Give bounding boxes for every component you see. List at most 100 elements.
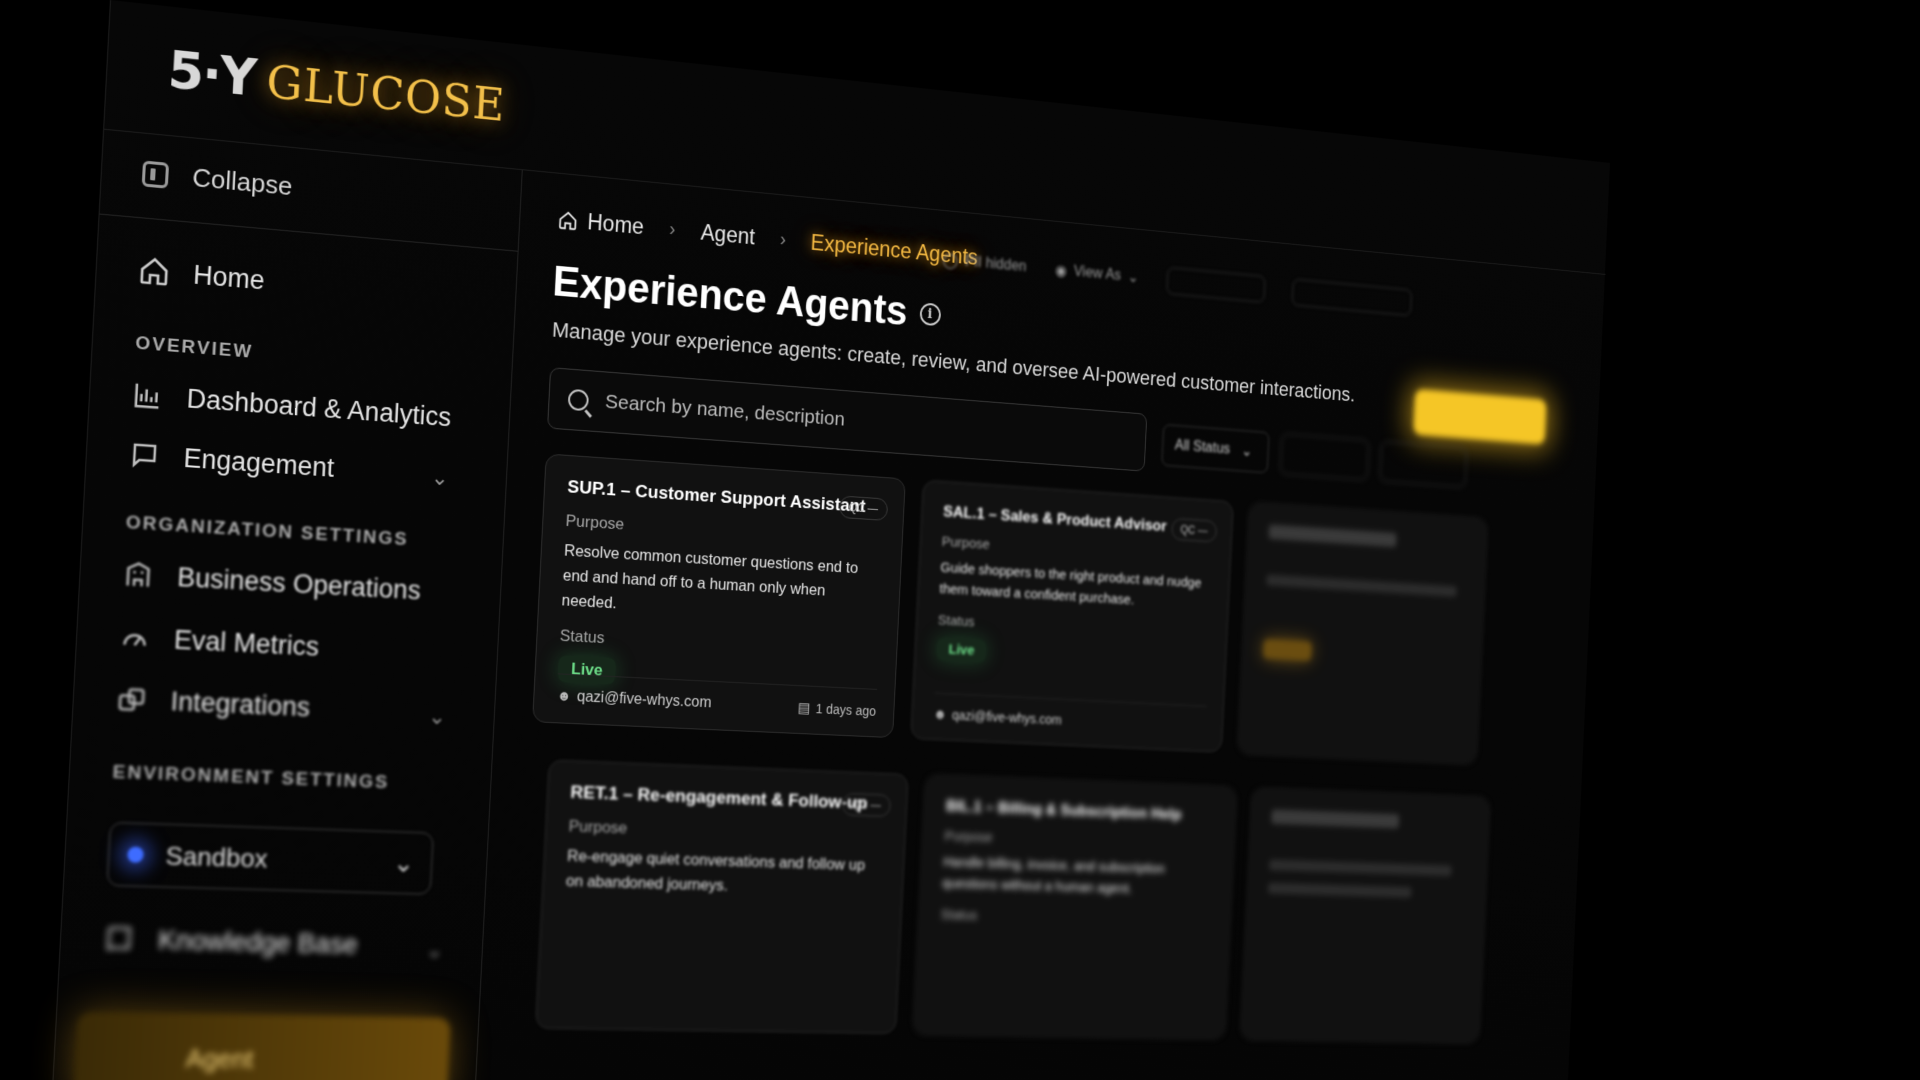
status-label: Status bbox=[559, 626, 605, 647]
breadcrumb-home[interactable]: Home bbox=[557, 206, 644, 240]
status-badge bbox=[1262, 638, 1313, 662]
updated-text: 1 days ago bbox=[815, 700, 877, 719]
purpose-label: Purpose bbox=[568, 816, 628, 838]
sidebar-item-label: Knowledge Base bbox=[157, 924, 359, 959]
calendar-icon: ▤ bbox=[797, 700, 811, 717]
agent-card[interactable]: RET.1 – Re-engagement & Follow-up QC — P… bbox=[535, 759, 909, 1034]
eye-off-icon: ◯ bbox=[942, 252, 959, 270]
agent-card-title: RET.1 – Re-engagement & Follow-up bbox=[569, 782, 868, 814]
toolbar-dropdown[interactable] bbox=[1166, 266, 1266, 303]
environment-value: Sandbox bbox=[164, 840, 269, 874]
home-icon bbox=[557, 209, 578, 232]
toolbar-field[interactable] bbox=[1291, 278, 1413, 317]
qc-badge[interactable]: QC — bbox=[841, 792, 892, 818]
chevron-down-icon[interactable]: ⌄ bbox=[430, 465, 449, 491]
agent-card[interactable]: BIL.1 – Billing & Subscription Help Purp… bbox=[913, 774, 1237, 1039]
gauge-icon bbox=[117, 620, 153, 656]
view-as-dropdown[interactable]: ◉ View As ⌄ bbox=[1055, 257, 1140, 292]
owner-email: qazi@five-whys.com bbox=[576, 688, 712, 712]
sidebar-item-label: Agent bbox=[185, 1043, 255, 1074]
view-as-label: View As bbox=[1073, 263, 1122, 284]
section-label-organization: ORGANIZATION SETTINGS bbox=[125, 512, 409, 551]
search-input[interactable] bbox=[604, 390, 1098, 450]
qc-badge[interactable]: QC — bbox=[1170, 517, 1218, 543]
chevron-down-icon: ⌄ bbox=[1241, 443, 1253, 460]
purpose-placeholder bbox=[1268, 859, 1452, 877]
brand-logo[interactable]: 5·Y GLUCOSE bbox=[166, 40, 507, 133]
sidebar-item-eval-metrics[interactable]: Eval Metrics bbox=[117, 620, 320, 664]
collapse-button[interactable]: Collapse bbox=[141, 157, 294, 202]
environment-status-dot bbox=[127, 846, 145, 863]
chevron-down-icon: ⌄ bbox=[1127, 269, 1140, 287]
sidebar-item-label: Integrations bbox=[170, 685, 311, 722]
updated-date: ▤ 1 days ago bbox=[797, 699, 876, 719]
sidebar-item-engagement[interactable]: Engagement bbox=[127, 437, 336, 484]
message-square-icon bbox=[127, 437, 163, 473]
brand-mark: 5·Y bbox=[166, 40, 257, 109]
agent-card-title-placeholder bbox=[1271, 809, 1400, 829]
agent-card-title: SUP.1 – Customer Support Assistant bbox=[566, 477, 866, 517]
purpose-placeholder bbox=[1267, 882, 1412, 898]
purpose-text: Re-engage quiet conversations and follow… bbox=[565, 847, 866, 895]
home-icon bbox=[136, 253, 172, 290]
pii-toggle[interactable]: ◯ PII hidden bbox=[942, 246, 1027, 281]
owner: ☻ qazi@five-whys.com bbox=[933, 707, 1062, 729]
section-label-environment: ENVIRONMENT SETTINGS bbox=[112, 761, 390, 794]
sidebar-item-label: Dashboard & Analytics bbox=[186, 383, 452, 432]
agent-card[interactable] bbox=[1237, 502, 1488, 764]
agent-card-title: BIL.1 – Billing & Subscription Help bbox=[945, 796, 1182, 824]
chevron-down-icon[interactable]: ⌄ bbox=[428, 704, 447, 730]
sidebar-divider bbox=[99, 213, 519, 252]
main-content: Home › Agent › Experience Agents ◯ PII h… bbox=[474, 170, 1606, 1080]
user-icon: ☻ bbox=[932, 706, 948, 723]
agent-card[interactable]: SUP.1 – Customer Support Assistant QC — … bbox=[532, 453, 906, 739]
sidebar: Collapse Home OVERVIEW Dashboard & Analy… bbox=[51, 129, 523, 1080]
info-icon[interactable]: i bbox=[919, 302, 941, 327]
purpose-placeholder bbox=[1266, 574, 1457, 597]
environment-select[interactable]: Sandbox ⌄ bbox=[106, 821, 434, 895]
breadcrumb: Home › Agent › Experience Agents bbox=[557, 206, 978, 270]
purpose-text: Handle billing, invoice, and subscriptio… bbox=[941, 854, 1166, 897]
filter-dropdown-2[interactable] bbox=[1279, 433, 1370, 481]
purpose-text: Guide shoppers to the right product and … bbox=[939, 559, 1202, 608]
agent-card[interactable] bbox=[1240, 788, 1490, 1043]
agent-card[interactable]: SAL.1 – Sales & Product Advisor QC — Pur… bbox=[910, 479, 1234, 753]
status-filter[interactable]: All Status ⌄ bbox=[1161, 424, 1270, 474]
top-toolbar: ◯ PII hidden ◉ View As ⌄ bbox=[942, 246, 1413, 317]
status-filter-value: All Status bbox=[1174, 437, 1231, 458]
sidebar-item-business-operations[interactable]: Business Operations bbox=[120, 557, 421, 607]
pii-label: PII hidden bbox=[964, 253, 1027, 275]
chevron-right-icon: › bbox=[668, 218, 676, 241]
breadcrumb-home-label: Home bbox=[586, 209, 645, 240]
agent-card-title-placeholder bbox=[1268, 524, 1397, 548]
sidebar-item-knowledge-base[interactable]: Knowledge Base bbox=[101, 922, 359, 961]
chevron-down-icon: ⌄ bbox=[392, 847, 415, 878]
sidebar-toggle-icon bbox=[141, 159, 170, 189]
sidebar-item-label: Home bbox=[192, 259, 266, 295]
breadcrumb-agent[interactable]: Agent bbox=[700, 220, 755, 250]
eye-icon: ◉ bbox=[1054, 262, 1068, 280]
qc-badge[interactable]: QC — bbox=[838, 495, 889, 521]
purpose-text: Resolve common customer questions end to… bbox=[561, 542, 859, 613]
user-icon: ☻ bbox=[556, 687, 572, 705]
agent-card-footer: ☻ qazi@five-whys.com ▤ 1 days ago bbox=[556, 673, 878, 720]
status-badge: Live bbox=[935, 637, 987, 663]
building-icon bbox=[120, 557, 156, 593]
agent-card-footer: ☻ qazi@five-whys.com bbox=[932, 692, 1207, 735]
create-agent-button[interactable] bbox=[1413, 388, 1547, 445]
sidebar-item-label: Business Operations bbox=[176, 561, 422, 605]
owner-email: qazi@five-whys.com bbox=[951, 707, 1062, 728]
owner: ☻ qazi@five-whys.com bbox=[556, 688, 711, 712]
app-window: 5·Y GLUCOSE Collapse Home OVERVIEW Dashb… bbox=[50, 0, 1611, 1080]
sidebar-item-integrations[interactable]: Integrations bbox=[114, 682, 311, 724]
sidebar-item-agent-active[interactable]: Agent bbox=[72, 1011, 451, 1080]
collapse-label: Collapse bbox=[191, 162, 294, 202]
section-label-overview: OVERVIEW bbox=[134, 332, 254, 363]
sidebar-item-home[interactable]: Home bbox=[136, 253, 265, 297]
brand-wordmark: GLUCOSE bbox=[265, 54, 507, 132]
filter-dropdown-3[interactable] bbox=[1379, 440, 1468, 488]
sidebar-item-dashboard[interactable]: Dashboard & Analytics bbox=[130, 377, 452, 434]
chevron-down-icon[interactable]: ⌄ bbox=[425, 937, 444, 963]
search-icon bbox=[567, 388, 590, 412]
sidebar-item-label: Eval Metrics bbox=[173, 624, 320, 662]
